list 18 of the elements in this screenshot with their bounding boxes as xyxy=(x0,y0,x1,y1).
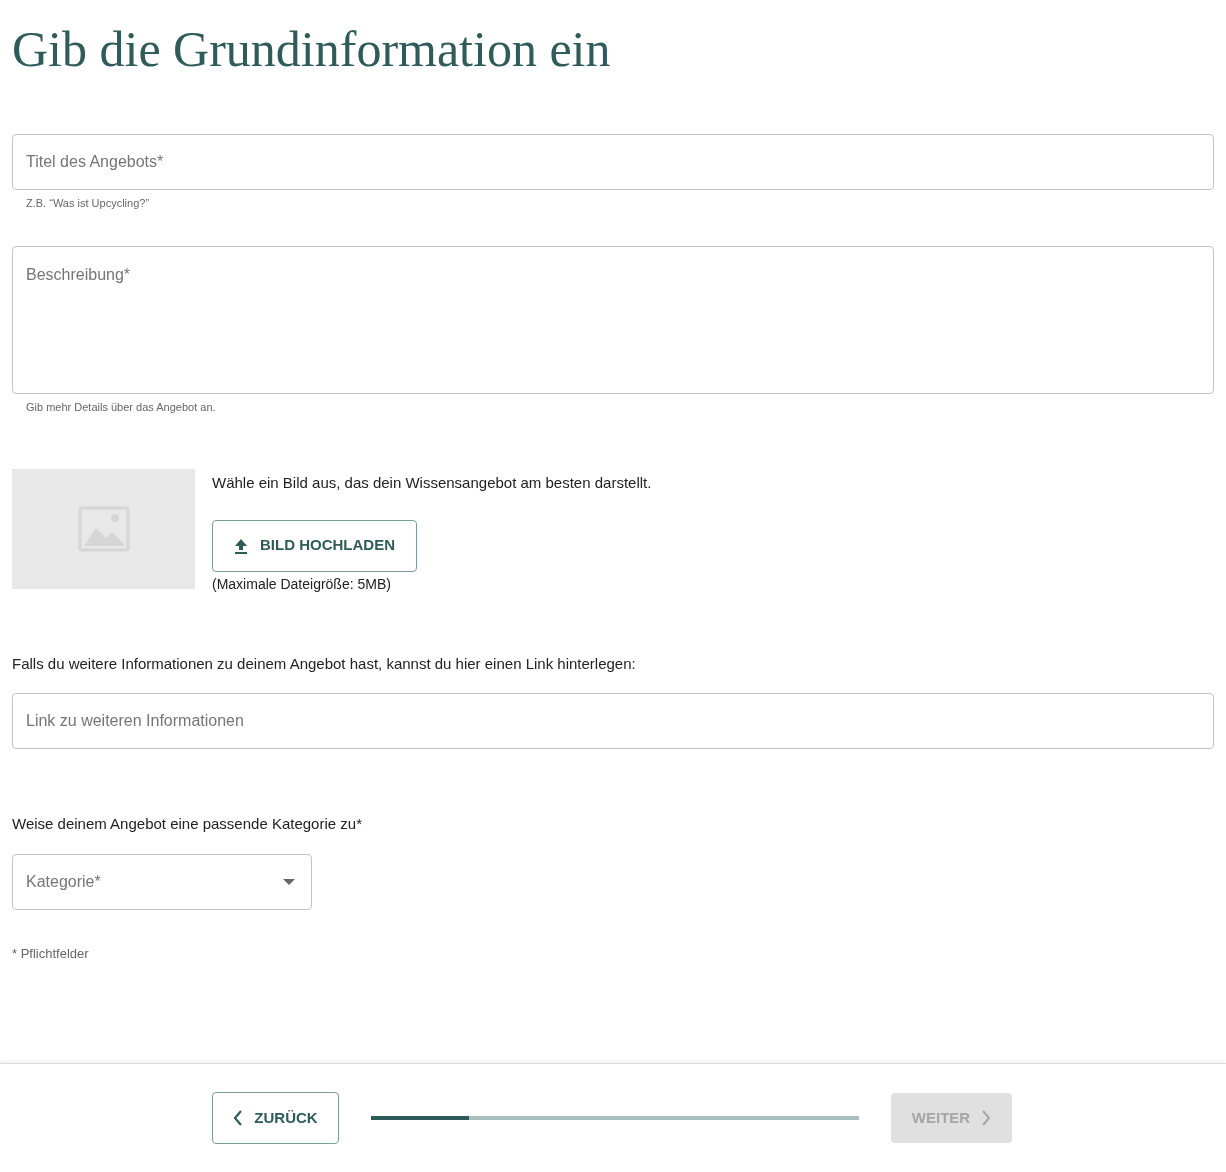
file-size-note: (Maximale Dateigröße: 5MB) xyxy=(212,574,391,594)
description-input-field[interactable]: Beschreibung* xyxy=(12,245,1214,394)
helper-text: Gib mehr Details über das Angebot an. xyxy=(26,399,216,415)
title-input-field[interactable]: Titel des Angebots* xyxy=(12,134,1214,190)
category-select[interactable]: Kategorie* xyxy=(12,853,312,910)
image-prompt: Wähle ein Bild aus, das dein Wissensangebot am besten darstellt. xyxy=(212,473,652,493)
page-heading: Gib die Grundinformation ein xyxy=(12,20,611,79)
dropdown-caret-icon xyxy=(283,878,295,885)
category-prompt: Weise deinem Angebot eine passende Kategorie zu* xyxy=(12,814,362,834)
chevron-left-icon xyxy=(233,1110,243,1126)
back-button[interactable]: ZURÜCK xyxy=(212,1092,339,1144)
upload-button[interactable]: BILD HOCHLADEN xyxy=(212,519,417,572)
upload-icon xyxy=(234,537,248,554)
link-prompt: Falls du weitere Informationen zu deinem Angebot hast, kannst du hier einen Link hinterlegen: xyxy=(12,653,636,674)
chevron-right-icon xyxy=(982,1110,992,1126)
link-input-field[interactable]: Link zu weiteren Informationen xyxy=(12,693,1214,749)
required-fields-note: * Pflichtfelder xyxy=(12,944,89,963)
helper-text: Z.B. “Was ist Upcycling?” xyxy=(26,196,150,211)
